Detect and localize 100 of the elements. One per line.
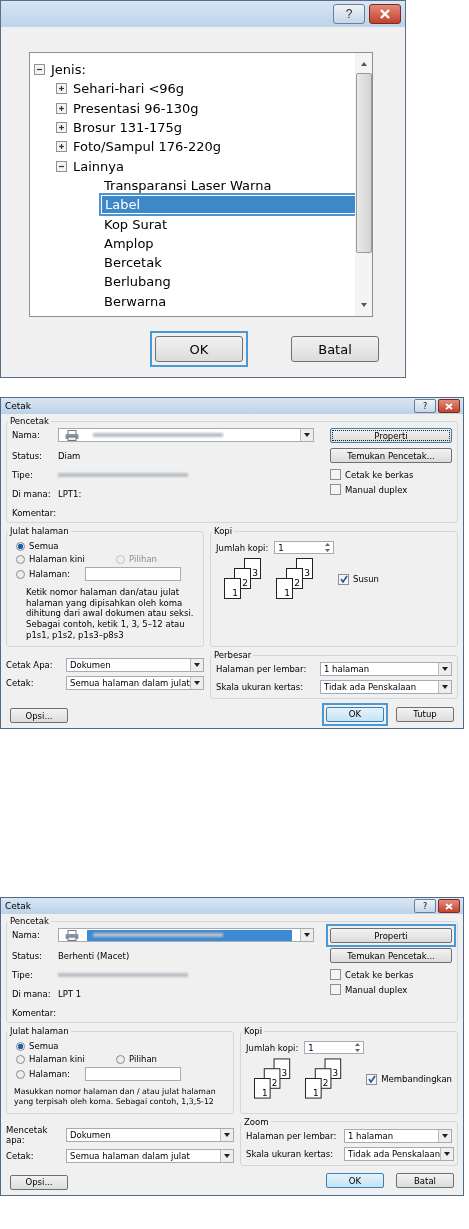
checkbox-label: Manual duplex (345, 484, 408, 495)
group-title: Perbesar (213, 650, 253, 661)
field-label: Halaman per lembar: (246, 1130, 338, 1141)
ok-button[interactable]: OK (326, 1173, 384, 1189)
spinner-arrows-icon[interactable] (353, 1042, 363, 1054)
field-label: Jumlah kopi: (246, 1042, 299, 1053)
pages-field[interactable] (85, 1067, 181, 1082)
close-button[interactable] (438, 399, 460, 413)
cancel-button[interactable]: Batal (396, 1173, 454, 1189)
field-label: Cetak: (6, 678, 35, 689)
checkbox[interactable] (330, 469, 341, 480)
group-title: Pencetak (9, 916, 50, 927)
dropdown[interactable]: Semua halaman dalam julat (66, 676, 204, 691)
checkbox[interactable] (338, 573, 349, 585)
dropdown[interactable]: Dokumen (66, 658, 204, 673)
ok-button[interactable]: OK (155, 336, 243, 362)
printer-icon (65, 429, 79, 441)
printer-dropdown[interactable] (58, 928, 314, 943)
close-icon (444, 902, 454, 910)
expand-icon[interactable] (56, 141, 67, 153)
dropdown[interactable]: 1 halaman (320, 662, 452, 677)
expand-icon[interactable] (56, 83, 67, 95)
field-label: Komentar: (12, 1007, 54, 1018)
radio-button[interactable] (16, 554, 25, 564)
tree-item[interactable]: Bercetak (102, 254, 164, 272)
tree-item[interactable]: Kop Surat (102, 215, 170, 233)
scrollbar[interactable] (355, 53, 372, 316)
scroll-down-icon[interactable] (359, 302, 368, 308)
properties-button[interactable]: Properti (330, 428, 452, 443)
field-label: Skala ukuran kertas: (216, 682, 305, 693)
radio-button[interactable] (16, 1054, 25, 1064)
help-button[interactable]: ? (414, 899, 436, 914)
dropdown[interactable]: Tidak ada Penskalaan (320, 680, 452, 695)
field-label: Mencetak apa: (6, 1124, 49, 1145)
checkbox[interactable] (330, 484, 341, 495)
tree-item[interactable]: Berlubang (102, 273, 173, 291)
options-button[interactable]: Opsi... (10, 1174, 68, 1190)
radio-button[interactable] (116, 1054, 125, 1064)
help-button[interactable]: ? (333, 4, 365, 24)
field-label: Status: (12, 450, 43, 461)
checkbox-label: Susun (353, 574, 379, 584)
expand-icon[interactable] (56, 102, 67, 114)
group-title: Pencetak (9, 416, 50, 426)
tree-item[interactable]: Transparansi Laser Warna (102, 176, 274, 194)
hint-text: Sebagai contoh, ketik 1, 3, 5–12 atau (26, 618, 186, 630)
dropdown[interactable]: Dokumen (66, 1127, 234, 1142)
cancel-button[interactable]: Tutup (396, 706, 454, 722)
tree-item[interactable]: Foto/Sampul 176-220g (71, 138, 224, 156)
radio-label: Halaman kini (29, 1054, 85, 1065)
close-button[interactable] (369, 4, 401, 24)
checkbox-label: Manual duplex (345, 984, 408, 995)
dropdown[interactable]: 1 halaman (344, 1128, 452, 1143)
tree-item[interactable]: Lainnya (71, 157, 126, 175)
collapse-icon[interactable] (34, 64, 45, 76)
expand-icon[interactable] (56, 122, 67, 134)
dropdown-arrow-icon (224, 1153, 230, 1158)
field-value: Diam (58, 450, 81, 461)
radio-label: Halaman kini (29, 554, 85, 564)
close-button[interactable] (438, 899, 460, 914)
radio-button[interactable] (16, 541, 25, 551)
dropdown[interactable]: Tidak ada Penskalaan (344, 1146, 455, 1161)
group-title: Kopi (243, 1026, 264, 1037)
cancel-button[interactable]: Batal (291, 336, 379, 362)
printer-dropdown[interactable] (58, 428, 314, 442)
field-value: LPT 1 (58, 988, 82, 999)
checkbox[interactable] (366, 1073, 378, 1085)
radio-label: Halaman: (29, 1069, 71, 1080)
dropdown[interactable]: Semua halaman dalam julat (66, 1148, 234, 1163)
radio-button[interactable] (16, 1069, 25, 1079)
tree-item[interactable]: Brosur 131-175g (71, 119, 184, 137)
field-label: Status: (12, 950, 43, 961)
hint-text: dihitung dari awal dokumen atau seksi. (26, 608, 195, 619)
tree-item[interactable]: Berwarna (102, 292, 169, 310)
find-printer-button[interactable]: Temukan Pencetak... (330, 448, 452, 463)
properties-button[interactable]: Properti (330, 928, 452, 944)
collapse-icon[interactable] (56, 160, 67, 172)
tree-item[interactable]: Amplop (102, 234, 156, 252)
checkbox[interactable] (330, 984, 341, 996)
options-button[interactable]: Opsi... (10, 708, 68, 724)
spinner-arrows-icon[interactable] (323, 542, 333, 553)
pages-field[interactable] (85, 567, 181, 581)
checkbox[interactable] (330, 969, 341, 981)
tree-item[interactable]: Sehari-hari <96g (71, 80, 187, 98)
checkbox-label: Cetak ke berkas (345, 969, 414, 980)
copies-spinner[interactable]: 1 (304, 1041, 365, 1055)
ok-button[interactable]: OK (326, 706, 384, 722)
field-label: Komentar: (12, 507, 54, 518)
tree-item[interactable]: Jenis: (49, 61, 88, 79)
scroll-up-icon[interactable] (359, 61, 368, 67)
find-printer-button[interactable]: Temukan Pencetak... (330, 948, 452, 964)
field-label: Di mana: (12, 488, 52, 499)
radio-button[interactable] (16, 569, 25, 579)
tree-item[interactable]: Presentasi 96-130g (71, 99, 201, 117)
field-label: Cetak: (6, 1150, 35, 1161)
help-button[interactable]: ? (414, 399, 436, 413)
hint-text: p1s1, p1s2, p1s3–p8s3 (26, 629, 125, 641)
tree-item[interactable]: Label (102, 196, 355, 214)
radio-button[interactable] (16, 1041, 25, 1051)
copies-spinner[interactable]: 1 (274, 541, 335, 554)
dropdown-arrow-icon (194, 681, 200, 686)
